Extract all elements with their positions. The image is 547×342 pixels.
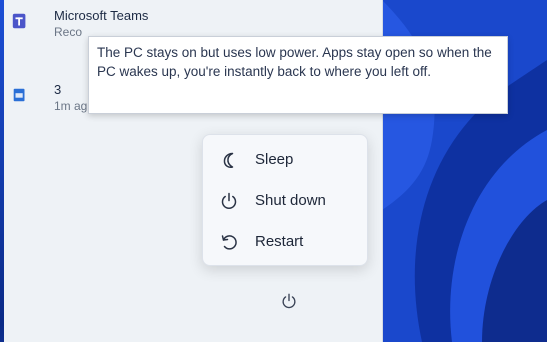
power-button[interactable] xyxy=(272,286,306,316)
menu-item-label: Shut down xyxy=(255,192,326,209)
sleep-tooltip: The PC stays on but uses low power. Apps… xyxy=(88,36,508,114)
app-name: 3 xyxy=(54,82,62,97)
menu-item-label: Sleep xyxy=(255,151,294,168)
menu-item-shut-down[interactable]: Shut down xyxy=(209,182,361,220)
start-menu: Microsoft Teams Reco 3 1m ag The PC stay… xyxy=(4,0,508,342)
app-subtitle: 1m ag xyxy=(54,99,88,113)
power-icon xyxy=(221,192,237,210)
sleep-icon xyxy=(223,152,234,168)
power-menu: Sleep Shut down Restart xyxy=(202,134,368,266)
app-subtitle: Reco xyxy=(54,25,83,39)
menu-item-sleep[interactable]: Sleep xyxy=(209,141,361,179)
app-name: Microsoft Teams xyxy=(54,8,149,23)
app-icon xyxy=(13,88,25,102)
restart-icon xyxy=(221,235,237,250)
teams-icon xyxy=(12,13,26,29)
power-icon xyxy=(282,293,296,309)
menu-item-restart[interactable]: Restart xyxy=(209,223,361,261)
menu-item-label: Restart xyxy=(255,233,304,250)
